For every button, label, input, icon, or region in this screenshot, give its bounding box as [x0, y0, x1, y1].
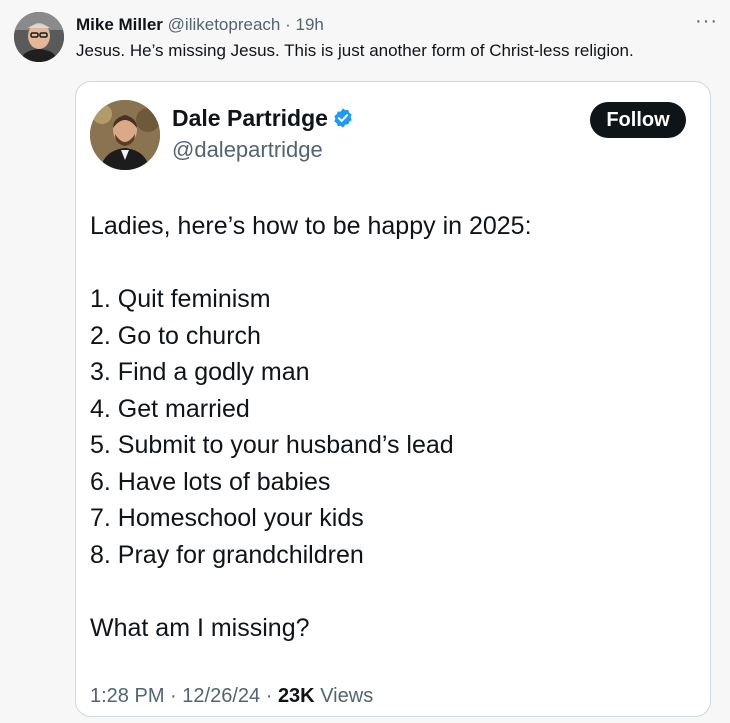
- list-item: 8. Pray for grandchildren: [90, 540, 364, 569]
- quoted-post-intro: Ladies, here’s how to be happy in 2025:: [90, 212, 532, 240]
- quoted-post-meta: 1:28 PM · 12/26/24 · 23K Views: [90, 683, 373, 709]
- list-item: 4. Get married: [90, 394, 250, 423]
- author-avatar-image: [14, 12, 64, 62]
- meta-separator: ·: [265, 685, 273, 707]
- quoted-author-avatar-image: [90, 100, 160, 170]
- list-item: 3. Find a godly man: [90, 358, 310, 386]
- verified-badge-icon: [334, 108, 352, 128]
- post-time[interactable]: 19h: [296, 15, 324, 34]
- list-item: 7. Homeschool your kids: [90, 504, 364, 532]
- quoted-post-closing: What am I missing?: [90, 613, 310, 642]
- quoted-post-body: Ladies, here’s how to be happy in 2025: …: [90, 208, 690, 646]
- post-header: Mike Miller @iliketopreach · 19h: [76, 14, 324, 36]
- more-options-icon[interactable]: ···: [695, 10, 718, 33]
- list-item: 6. Have lots of babies: [90, 467, 331, 496]
- views-count: 23K: [277, 685, 315, 707]
- list-item: 5. Submit to your husband’s lead: [90, 431, 454, 459]
- quoted-post-card[interactable]: Dale Partridge @dalepartridge Follow Lad…: [75, 81, 711, 717]
- quoted-post-date[interactable]: 12/26/24: [182, 685, 260, 707]
- author-name[interactable]: Mike Miller: [76, 15, 163, 34]
- views-label: Views: [320, 685, 374, 707]
- post-text: Jesus. He’s missing Jesus. This is just …: [76, 41, 634, 60]
- quoted-author-avatar[interactable]: [90, 100, 160, 170]
- list-item: 1. Quit feminism: [90, 285, 271, 313]
- author-handle[interactable]: @iliketopreach: [168, 15, 281, 34]
- follow-button[interactable]: Follow: [590, 102, 686, 138]
- quoted-author-handle[interactable]: @dalepartridge: [172, 136, 323, 164]
- meta-separator: ·: [170, 685, 177, 707]
- post: Mike Miller @iliketopreach · 19h ··· Jes…: [0, 0, 730, 723]
- quoted-post-time[interactable]: 1:28 PM: [90, 685, 164, 707]
- author-avatar[interactable]: [14, 12, 64, 62]
- list-item: 2. Go to church: [90, 321, 261, 350]
- header-separator: ·: [285, 15, 291, 34]
- quoted-author-name[interactable]: Dale Partridge: [172, 104, 354, 132]
- quoted-author-name-text: Dale Partridge: [172, 105, 328, 131]
